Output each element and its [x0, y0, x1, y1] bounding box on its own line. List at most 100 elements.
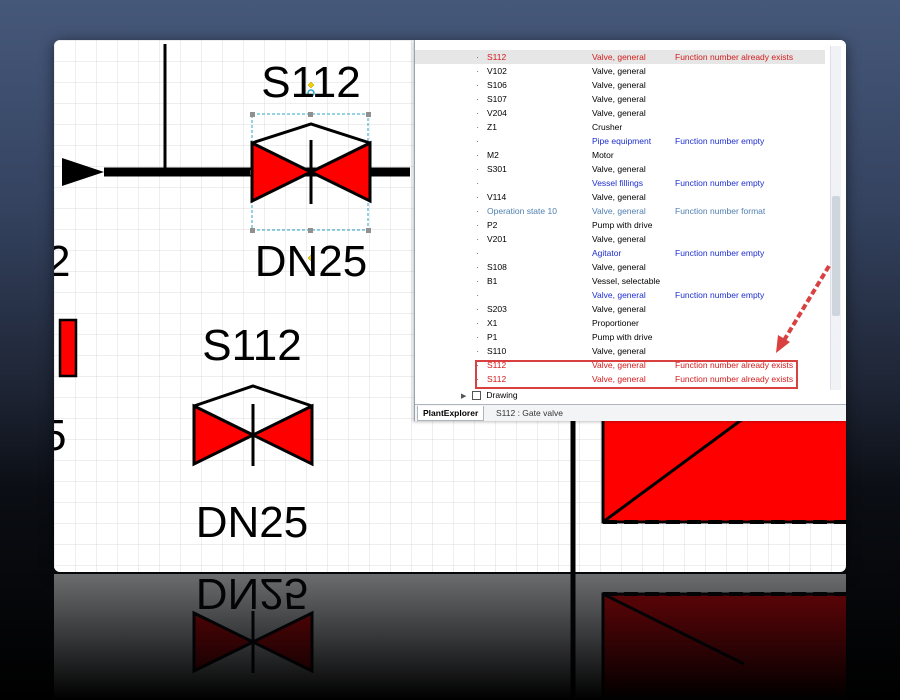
- row-description: Valve, general: [592, 234, 646, 244]
- row-description: Valve, general: [592, 108, 646, 118]
- tree-bullet-icon: ·: [476, 290, 479, 300]
- cut-off-valve-fragment[interactable]: [58, 318, 78, 378]
- tree-bullet-icon: ·: [476, 248, 479, 258]
- tab-plant-explorer[interactable]: PlantExplorer: [417, 406, 485, 421]
- explorer-row[interactable]: · S112 Valve, general Function number alrea…: [415, 50, 825, 64]
- row-description: Valve, general: [592, 304, 646, 314]
- row-tag: S203: [487, 304, 507, 314]
- valve-size-label-2: DN25: [196, 498, 309, 547]
- tree-bullet-icon: ·: [476, 164, 479, 174]
- duplicate-highlight-box: [475, 360, 798, 389]
- row-description: Pipe equipment: [592, 136, 652, 146]
- tree-bullet-icon: ·: [476, 234, 479, 244]
- drawing-canvas[interactable]: S112 DN25 S112 DN25 2 5 · S112 Valve, gene…: [54, 40, 846, 572]
- row-tag: S107: [487, 94, 507, 104]
- explorer-row[interactable]: · P1 Pump with drive: [415, 330, 825, 344]
- row-tag: P1: [487, 332, 498, 342]
- tree-node-drawing[interactable]: ▶ Drawing: [461, 388, 518, 402]
- row-description: Valve, general: [592, 262, 646, 272]
- expand-arrow-icon[interactable]: ▶: [461, 393, 466, 400]
- explorer-row[interactable]: · S301 Valve, general: [415, 162, 825, 176]
- explorer-row[interactable]: · P2 Pump with drive: [415, 218, 825, 232]
- row-description: Valve, general: [592, 66, 646, 76]
- tree-bullet-icon: ·: [476, 262, 479, 272]
- tree-bullet-icon: ·: [476, 122, 479, 132]
- tree-bullet-icon: ·: [476, 304, 479, 314]
- row-status: Function number empty: [675, 248, 765, 258]
- explorer-row[interactable]: · S203 Valve, general: [415, 302, 825, 316]
- row-description: Valve, general: [592, 192, 646, 202]
- tree-bullet-icon: ·: [476, 136, 479, 146]
- tree-bullet-icon: ·: [476, 318, 479, 328]
- drawing-node-label: Drawing: [486, 390, 518, 400]
- row-description: Valve, general: [592, 346, 646, 356]
- row-tag: S108: [487, 262, 507, 272]
- row-description: Valve, general: [592, 80, 646, 90]
- row-tag: Z1: [487, 122, 497, 132]
- row-description: Valve, general: [592, 94, 646, 104]
- row-description: Crusher: [592, 122, 623, 132]
- row-description: Agitator: [592, 248, 622, 258]
- row-tag: Operation state 10: [487, 206, 557, 216]
- tree-bullet-icon: ·: [476, 332, 479, 342]
- row-tag: S110: [487, 346, 507, 356]
- panel-tab-bar: PlantExplorer S112 : Gate valve: [415, 404, 846, 421]
- row-tag: X1: [487, 318, 498, 328]
- tree-bullet-icon: ·: [476, 150, 479, 160]
- explorer-row[interactable]: · M2 Motor: [415, 148, 825, 162]
- plant-explorer-panel[interactable]: · S112 Valve, general Function number alrea…: [414, 40, 846, 421]
- cut-off-size-label: 5: [54, 411, 66, 460]
- explorer-row[interactable]: · Vessel fillings Function number empty: [415, 176, 825, 190]
- row-status: Function number format: [675, 206, 766, 216]
- explorer-row[interactable]: · Operation state 10 Valve, general Functio…: [415, 204, 825, 218]
- explorer-row[interactable]: · S107 Valve, general: [415, 92, 825, 106]
- row-description: Motor: [592, 150, 614, 160]
- explorer-row[interactable]: · V114 Valve, general: [415, 190, 825, 204]
- row-status: Function number already exists: [675, 52, 794, 62]
- row-status: Function number empty: [675, 290, 765, 300]
- row-description: Vessel fillings: [592, 178, 644, 188]
- explorer-row[interactable]: · B1 Vessel, selectable: [415, 274, 825, 288]
- explorer-row[interactable]: · Agitator Function number empty: [415, 246, 825, 260]
- vertical-scrollbar[interactable]: [830, 46, 841, 390]
- explorer-row[interactable]: · Z1 Crusher: [415, 120, 825, 134]
- row-description: Pump with drive: [592, 220, 653, 230]
- explorer-row[interactable]: · Valve, general Function number empty: [415, 288, 825, 302]
- row-tag: S301: [487, 164, 507, 174]
- row-description: Pump with drive: [592, 332, 653, 342]
- tree-bullet-icon: ·: [476, 80, 479, 90]
- tree-bullet-icon: ·: [476, 220, 479, 230]
- vessel-symbol[interactable]: [601, 416, 846, 524]
- explorer-row[interactable]: · S108 Valve, general: [415, 260, 825, 274]
- row-tag: M2: [487, 150, 499, 160]
- valve-tag-label: S112: [261, 58, 361, 107]
- tree-bullet-icon: ·: [476, 346, 479, 356]
- row-tag: V204: [487, 108, 507, 118]
- explorer-row[interactable]: · S106 Valve, general: [415, 78, 825, 92]
- explorer-row[interactable]: · V102 Valve, general: [415, 64, 825, 78]
- row-tag: V201: [487, 234, 507, 244]
- explorer-row[interactable]: · V201 Valve, general: [415, 232, 825, 246]
- row-description: Valve, general: [592, 52, 646, 62]
- row-tag: S112: [487, 52, 507, 62]
- tree-bullet-icon: ·: [476, 178, 479, 188]
- tab-gate-valve[interactable]: S112 : Gate valve: [491, 406, 568, 420]
- explorer-tree-list[interactable]: · S112 Valve, general Function number alrea…: [415, 50, 825, 386]
- row-description: Valve, general: [592, 290, 646, 300]
- cut-off-label: 2: [54, 237, 70, 286]
- tree-bullet-icon: ·: [476, 52, 479, 62]
- scrollbar-thumb[interactable]: [832, 196, 840, 316]
- row-status: Function number empty: [675, 178, 765, 188]
- explorer-row[interactable]: · Pipe equipment Function number empty: [415, 134, 825, 148]
- explorer-row[interactable]: · V204 Valve, general: [415, 106, 825, 120]
- explorer-row[interactable]: · S110 Valve, general: [415, 344, 825, 358]
- explorer-row[interactable]: · X1 Proportioner: [415, 316, 825, 330]
- valve-size-label: DN25: [255, 237, 368, 286]
- row-tag: B1: [487, 276, 498, 286]
- row-description: Vessel, selectable: [592, 276, 661, 286]
- tree-bullet-icon: ·: [476, 192, 479, 202]
- tree-bullet-icon: ·: [476, 94, 479, 104]
- row-description: Valve, general: [592, 206, 646, 216]
- card-reflection: DN25: [54, 574, 846, 700]
- row-description: Valve, general: [592, 164, 646, 174]
